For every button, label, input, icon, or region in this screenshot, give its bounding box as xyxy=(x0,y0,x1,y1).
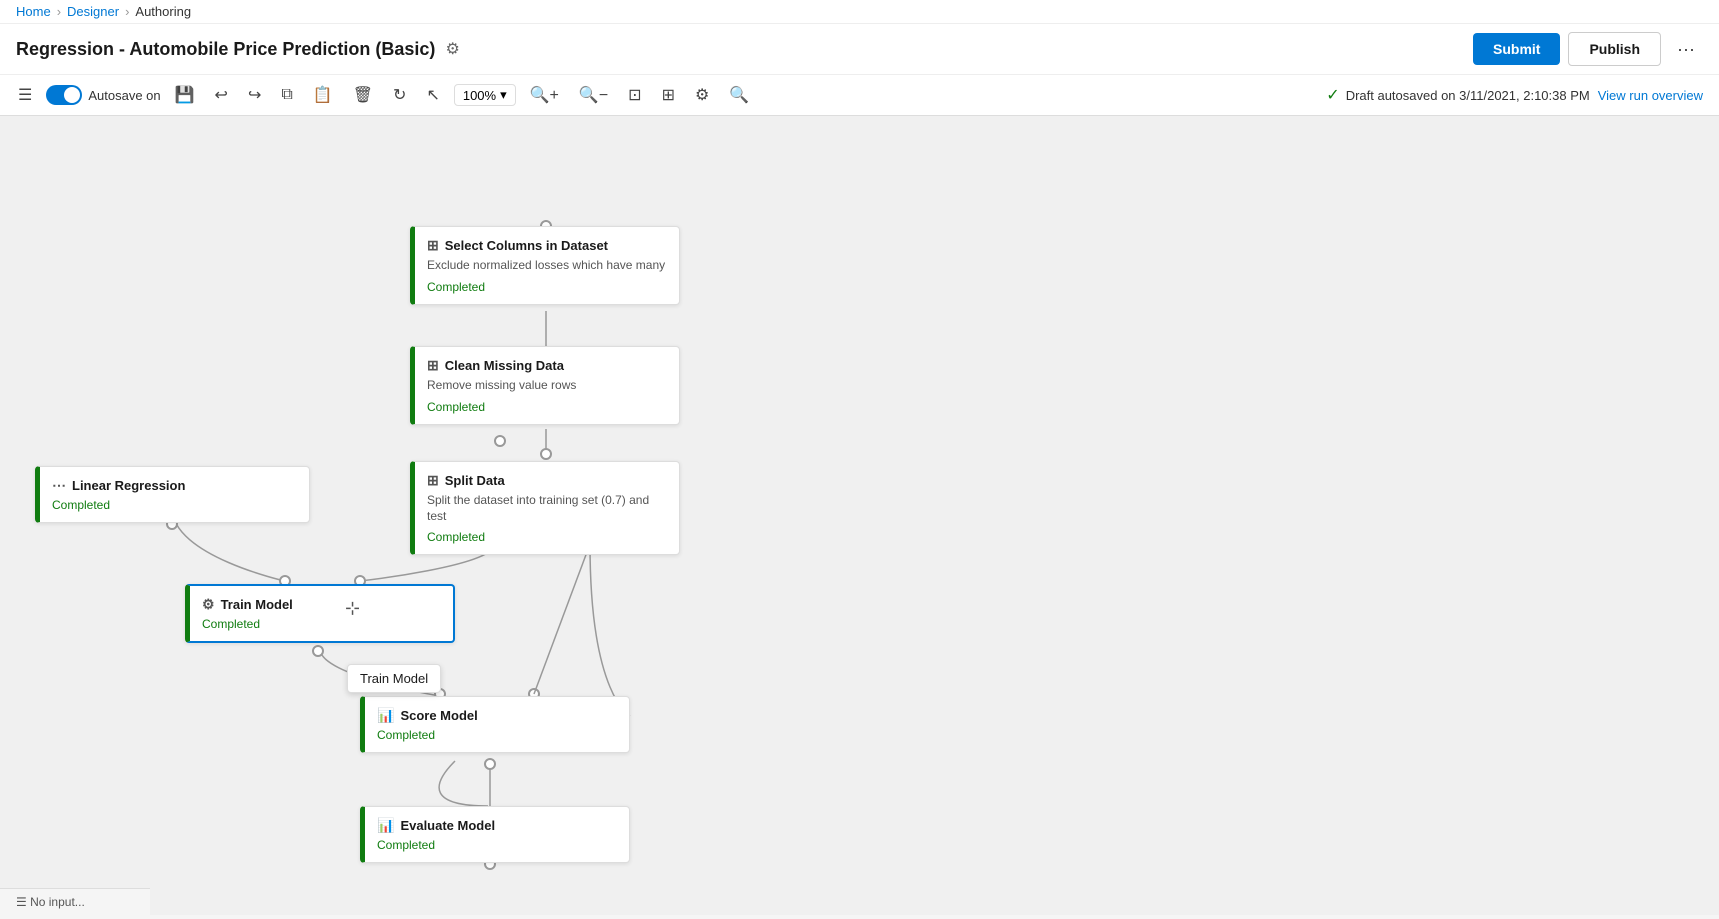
more-button[interactable]: ··· xyxy=(1669,35,1703,64)
train-model-tooltip: Train Model xyxy=(347,664,441,693)
title-left: Regression - Automobile Price Prediction… xyxy=(16,39,460,60)
node-train-model[interactable]: ⚙ Train Model Completed xyxy=(185,584,455,643)
score-model-status: Completed xyxy=(377,728,617,742)
autosave-switch[interactable] xyxy=(46,85,82,105)
breadcrumb-designer[interactable]: Designer xyxy=(67,4,119,19)
train-model-status: Completed xyxy=(202,617,441,631)
zoom-control[interactable]: 100% ▾ xyxy=(454,84,516,106)
autosave-label: Autosave on xyxy=(88,88,160,103)
train-model-move-handle[interactable]: ⊹ xyxy=(345,598,360,619)
zoom-chevron: ▾ xyxy=(500,87,507,103)
search-button[interactable]: 🔍 xyxy=(723,81,755,109)
split-data-title: Split Data xyxy=(445,473,505,488)
paste-button[interactable]: 📋 xyxy=(307,81,339,109)
breadcrumb: Home › Designer › Authoring xyxy=(0,0,1719,24)
select-columns-status: Completed xyxy=(427,280,667,294)
copy-button[interactable]: ⧉ xyxy=(275,82,298,108)
settings-icon[interactable]: ⚙ xyxy=(445,39,459,59)
clean-missing-desc: Remove missing value rows xyxy=(427,378,667,394)
split-data-desc: Split the dataset into training set (0.7… xyxy=(427,493,667,524)
settings2-button[interactable]: ⚙ xyxy=(689,81,715,109)
title-right: Submit Publish ··· xyxy=(1473,32,1703,66)
breadcrumb-home[interactable]: Home xyxy=(16,4,51,19)
clean-missing-status: Completed xyxy=(427,400,667,414)
select-columns-title: Select Columns in Dataset xyxy=(445,238,608,253)
view-run-link[interactable]: View run overview xyxy=(1598,88,1703,103)
node-evaluate-model[interactable]: 📊 Evaluate Model Completed xyxy=(360,806,630,863)
autosave-toggle: Autosave on xyxy=(46,85,160,105)
tooltip-text: Train Model xyxy=(360,671,428,686)
select-columns-desc: Exclude normalized losses which have man… xyxy=(427,258,667,274)
node-linear-regression[interactable]: ⋯ Linear Regression Completed xyxy=(35,466,310,523)
save-button[interactable]: 💾 xyxy=(169,81,201,109)
evaluate-model-status: Completed xyxy=(377,838,617,852)
node-select-columns[interactable]: ⊞ Select Columns in Dataset Exclude norm… xyxy=(410,226,680,305)
canvas: ⊞ Select Columns in Dataset Exclude norm… xyxy=(0,116,1719,915)
split-data-status: Completed xyxy=(427,530,667,544)
zoom-out-button[interactable]: 🔍− xyxy=(573,81,614,109)
toolbar: ☰ Autosave on 💾 ↩ ↪ ⧉ 📋 🗑 ↻ ↖ 100% ▾ 🔍+ … xyxy=(0,75,1719,116)
grid-button[interactable]: ⊞ xyxy=(656,81,681,109)
undo-button[interactable]: ↩ xyxy=(209,81,234,109)
zoom-level: 100% xyxy=(463,88,496,103)
linear-regression-status: Completed xyxy=(52,498,297,512)
clean-missing-icon: ⊞ xyxy=(427,357,439,374)
score-model-icon: 📊 xyxy=(377,707,394,724)
publish-button[interactable]: Publish xyxy=(1568,32,1661,66)
delete-button[interactable]: 🗑 xyxy=(347,81,379,109)
linear-regression-title: Linear Regression xyxy=(72,478,185,493)
panel-toggle-button[interactable]: ☰ xyxy=(12,81,38,109)
page-title: Regression - Automobile Price Prediction… xyxy=(16,39,435,60)
clean-missing-title: Clean Missing Data xyxy=(445,358,564,373)
cursor-button[interactable]: ↖ xyxy=(420,81,445,109)
check-icon: ✓ xyxy=(1326,85,1339,105)
train-model-icon: ⚙ xyxy=(202,596,215,613)
select-columns-icon: ⊞ xyxy=(427,237,439,254)
submit-button[interactable]: Submit xyxy=(1473,33,1560,65)
evaluate-model-title: Evaluate Model xyxy=(400,818,495,833)
score-model-title: Score Model xyxy=(400,708,477,723)
node-score-model[interactable]: 📊 Score Model Completed xyxy=(360,696,630,753)
breadcrumb-current: Authoring xyxy=(135,4,191,19)
autosave-status: ✓ Draft autosaved on 3/11/2021, 2:10:38 … xyxy=(1326,85,1589,105)
node-clean-missing[interactable]: ⊞ Clean Missing Data Remove missing valu… xyxy=(410,346,680,425)
title-bar: Regression - Automobile Price Prediction… xyxy=(0,24,1719,75)
bottom-panel-hint: ☰ No input... xyxy=(0,888,150,915)
node-split-data[interactable]: ⊞ Split Data Split the dataset into trai… xyxy=(410,461,680,555)
autosave-text: Draft autosaved on 3/11/2021, 2:10:38 PM xyxy=(1346,88,1590,103)
refresh-button[interactable]: ↻ xyxy=(387,81,412,109)
redo-button[interactable]: ↪ xyxy=(242,81,267,109)
split-data-icon: ⊞ xyxy=(427,472,439,489)
train-model-title: Train Model xyxy=(221,597,293,612)
fit-button[interactable]: ⊡ xyxy=(622,81,647,109)
evaluate-model-icon: 📊 xyxy=(377,817,394,834)
zoom-in-button[interactable]: 🔍+ xyxy=(524,81,565,109)
linear-regression-icon: ⋯ xyxy=(52,477,66,494)
